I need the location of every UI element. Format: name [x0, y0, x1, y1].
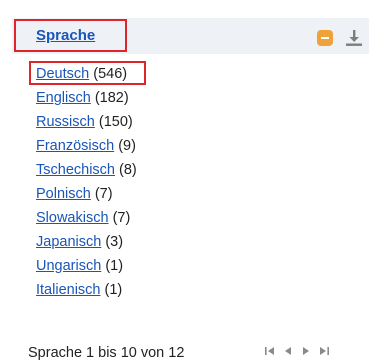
facet-item-count: (546) [93, 66, 128, 82]
download-icon-svg [346, 30, 362, 46]
facet-item-link[interactable]: Japanisch [36, 234, 101, 250]
facet-item-link[interactable]: Ungarisch [36, 258, 101, 274]
list-item: Italienisch (1) [36, 280, 137, 304]
list-item: Ungarisch (1) [36, 256, 137, 280]
list-item: Englisch (182) [36, 88, 137, 112]
facet-item-count: (1) [105, 258, 124, 274]
list-item: Deutsch (546) [36, 64, 137, 88]
facet-item-link[interactable]: Tschechisch [36, 162, 115, 178]
facet-list: Deutsch (546) Englisch (182) Russisch (1… [36, 64, 137, 304]
list-item: Slowakisch (7) [36, 208, 137, 232]
next-page-icon-svg [303, 347, 309, 355]
list-item: Russisch (150) [36, 112, 137, 136]
first-page-icon-svg [265, 347, 274, 355]
facet-item-link[interactable]: Französisch [36, 138, 114, 154]
previous-page-icon-svg [285, 347, 291, 355]
facet-item-count: (7) [112, 210, 131, 226]
pagination-summary: Sprache 1 bis 10 von 12 [28, 345, 185, 361]
next-page-icon[interactable] [299, 344, 313, 358]
last-page-icon[interactable] [317, 344, 331, 358]
facet-item-link[interactable]: Russisch [36, 114, 95, 130]
last-page-icon-svg [320, 347, 329, 355]
pagination-controls [263, 344, 331, 358]
list-item: Japanisch (3) [36, 232, 137, 256]
facet-item-link[interactable]: Englisch [36, 90, 91, 106]
facet-item-count: (182) [94, 90, 129, 106]
facet-item-count: (7) [94, 186, 113, 202]
list-item: Tschechisch (8) [36, 160, 137, 184]
facet-item-count: (8) [119, 162, 137, 178]
language-facet-panel: Sprache Deutsch (546) Englisch (182) Rus… [0, 0, 369, 364]
facet-item-count: (3) [105, 234, 124, 250]
facet-item-count: (1) [104, 282, 123, 298]
collapse-icon[interactable] [317, 30, 333, 46]
facet-title-link[interactable]: Sprache [14, 19, 127, 52]
facet-item-link[interactable]: Slowakisch [36, 210, 109, 226]
first-page-icon[interactable] [263, 344, 277, 358]
list-item: Polnisch (7) [36, 184, 137, 208]
download-icon[interactable] [344, 28, 364, 48]
facet-item-link[interactable]: Deutsch [36, 66, 89, 82]
facet-item-link[interactable]: Italienisch [36, 282, 100, 298]
facet-item-link[interactable]: Polnisch [36, 186, 91, 202]
list-item: Französisch (9) [36, 136, 137, 160]
previous-page-icon[interactable] [281, 344, 295, 358]
facet-item-count: (150) [98, 114, 133, 130]
facet-item-count: (9) [118, 138, 136, 154]
